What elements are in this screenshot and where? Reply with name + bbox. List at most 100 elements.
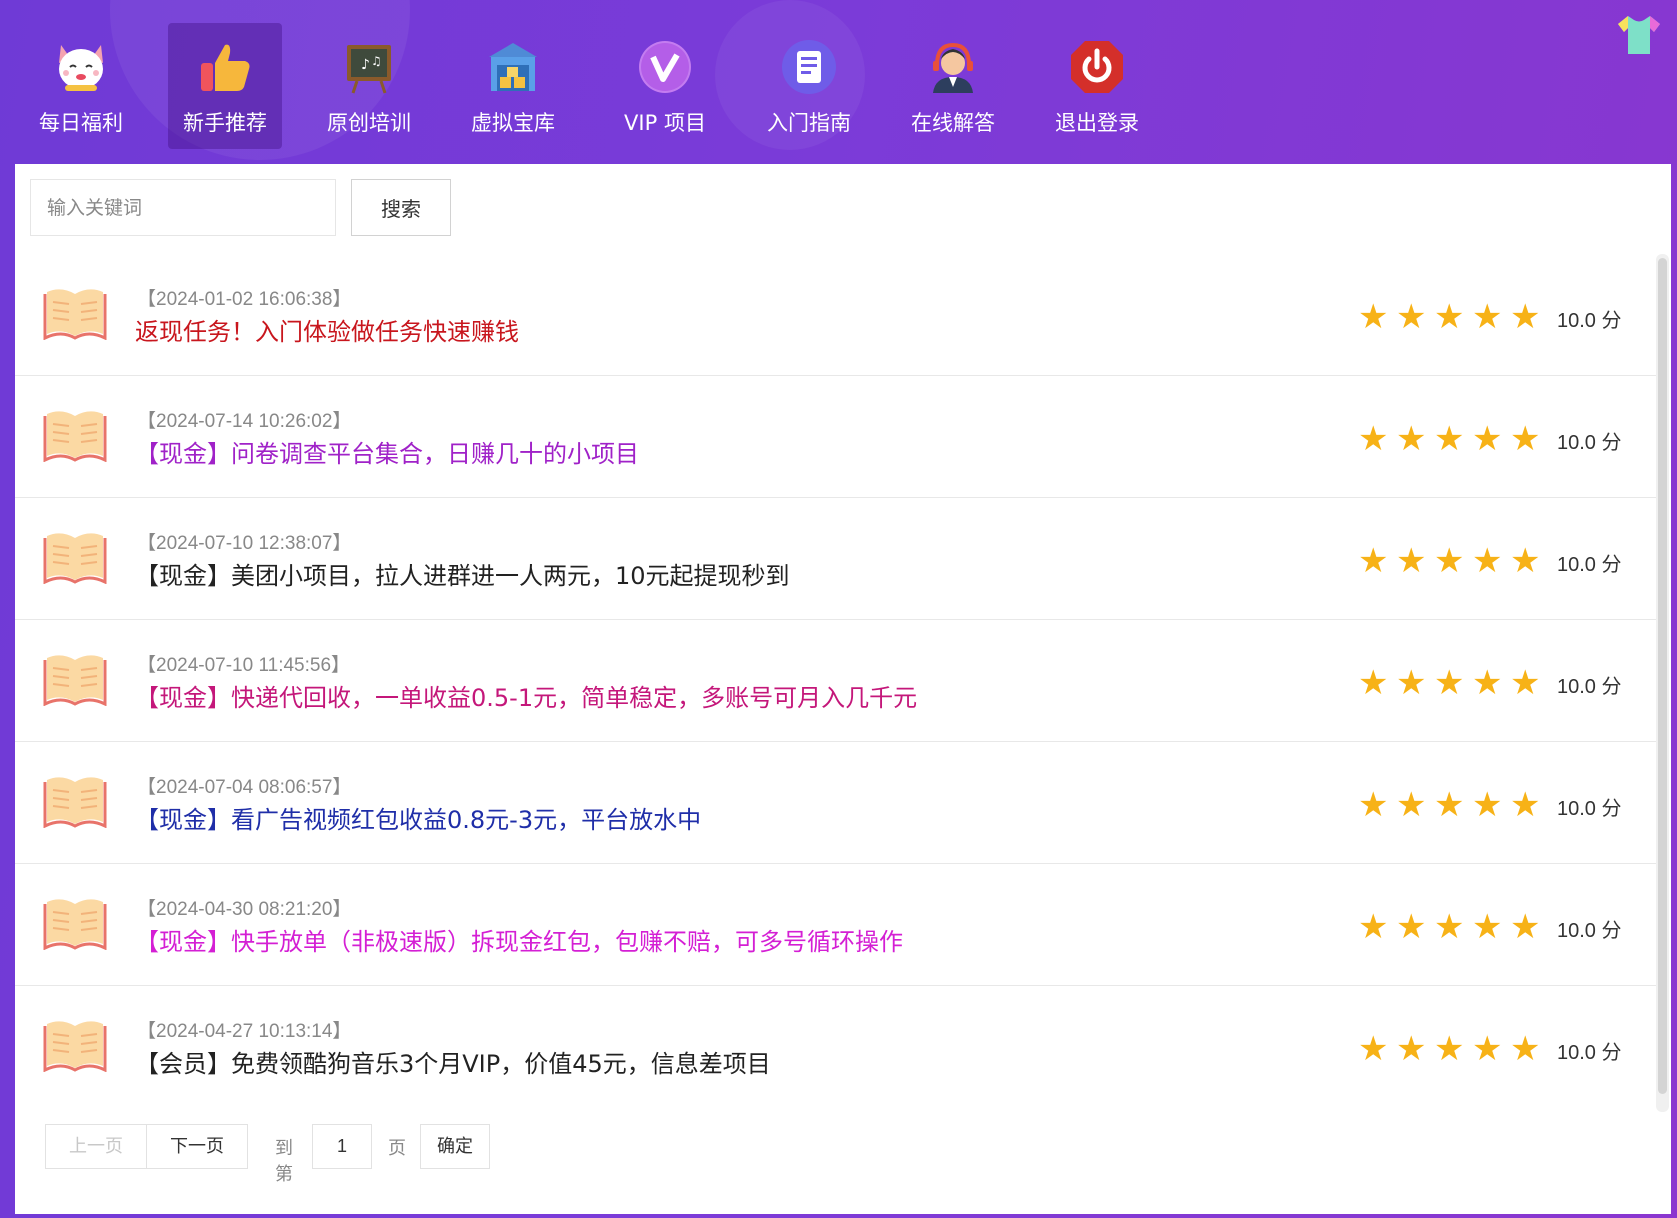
item-title-link[interactable]: 【会员】免费领酷狗音乐3个月VIP，价值45元，信息差项目 bbox=[135, 1044, 771, 1079]
star-icon: ★ bbox=[1510, 297, 1541, 337]
confirm-page-button[interactable]: 确定 bbox=[420, 1124, 490, 1169]
nav-item-daily-welfare[interactable]: 每日福利 bbox=[24, 23, 138, 149]
nav-item-beginner-recommend[interactable]: 新手推荐 bbox=[168, 23, 282, 149]
list-item[interactable]: 【2024-07-10 12:38:07】 【现金】美团小项目，拉人进群进一人两元… bbox=[15, 498, 1658, 620]
item-score: 10.0 分 bbox=[1557, 432, 1622, 454]
star-icon: ★ bbox=[1472, 907, 1503, 947]
nav-item-original-training[interactable]: ♪ ♫ 原创培训 bbox=[312, 23, 426, 149]
rating-stars: ★ ★ ★ ★ ★ bbox=[1358, 1029, 1542, 1069]
svg-text:♫: ♫ bbox=[371, 54, 382, 68]
item-date: 【2024-07-10 11:45:56】 bbox=[137, 655, 351, 676]
book-icon bbox=[43, 528, 107, 585]
star-icon: ★ bbox=[1434, 1029, 1465, 1069]
next-page-button[interactable]: 下一页 bbox=[146, 1124, 248, 1169]
list-item[interactable]: 【2024-07-14 10:26:02】 【现金】问卷调查平台集合，日赚几十的小… bbox=[15, 376, 1658, 498]
list-item[interactable]: 【2024-07-04 08:06:57】 【现金】看广告视频红包收益0.8元-3… bbox=[15, 742, 1658, 864]
search-button[interactable]: 搜索 bbox=[351, 179, 451, 236]
item-title-link[interactable]: 【现金】问卷调查平台集合，日赚几十的小项目 bbox=[135, 434, 639, 469]
item-date: 【2024-07-14 10:26:02】 bbox=[137, 411, 352, 432]
rating-stars: ★ ★ ★ ★ ★ bbox=[1358, 907, 1542, 947]
star-icon: ★ bbox=[1396, 297, 1427, 337]
book-icon bbox=[43, 894, 107, 951]
article-list: 【2024-01-02 16:06:38】 返现任务！入门体验做任务快速赚钱 ★ ★ ★… bbox=[15, 254, 1658, 1108]
nav-item-online-support[interactable]: 在线解答 bbox=[896, 23, 1010, 149]
item-title-link[interactable]: 【现金】快手放单（非极速版）拆现金红包，包赚不赔，可多号循环操作 bbox=[135, 922, 903, 957]
star-icon: ★ bbox=[1358, 785, 1389, 825]
item-date: 【2024-04-30 08:21:20】 bbox=[137, 899, 352, 920]
star-icon: ★ bbox=[1510, 419, 1541, 459]
item-date: 【2024-07-04 08:06:57】 bbox=[137, 777, 352, 798]
star-icon: ★ bbox=[1396, 541, 1427, 581]
power-icon bbox=[1071, 41, 1123, 93]
nav-item-vip-projects[interactable]: VIP 项目 bbox=[608, 23, 722, 149]
star-icon: ★ bbox=[1358, 663, 1389, 703]
star-icon: ★ bbox=[1510, 663, 1541, 703]
star-icon: ★ bbox=[1472, 297, 1503, 337]
rating-stars: ★ ★ ★ ★ ★ bbox=[1358, 785, 1542, 825]
star-icon: ★ bbox=[1434, 907, 1465, 947]
treasure-warehouse-icon bbox=[489, 43, 537, 91]
rating-stars: ★ ★ ★ ★ ★ bbox=[1358, 419, 1542, 459]
thumbs-up-icon bbox=[201, 44, 250, 91]
list-item[interactable]: 【2024-04-30 08:21:20】 【现金】快手放单（非极速版）拆现金红包… bbox=[15, 864, 1658, 986]
rating-stars: ★ ★ ★ ★ ★ bbox=[1358, 297, 1542, 337]
star-icon: ★ bbox=[1396, 663, 1427, 703]
star-icon: ★ bbox=[1434, 419, 1465, 459]
book-icon bbox=[43, 1016, 107, 1073]
nav-label: 入门指南 bbox=[767, 111, 851, 135]
tshirt-icon[interactable] bbox=[1614, 14, 1664, 56]
star-icon: ★ bbox=[1358, 907, 1389, 947]
star-icon: ★ bbox=[1472, 541, 1503, 581]
nav-label: 在线解答 bbox=[911, 111, 995, 135]
item-score: 10.0 分 bbox=[1557, 920, 1622, 942]
nav-label: 虚拟宝库 bbox=[471, 111, 555, 135]
nav-item-logout[interactable]: 退出登录 bbox=[1040, 23, 1154, 149]
item-score: 10.0 分 bbox=[1557, 310, 1622, 332]
search-input[interactable] bbox=[30, 179, 336, 236]
star-icon: ★ bbox=[1358, 419, 1389, 459]
prev-page-button[interactable]: 上一页 bbox=[45, 1124, 147, 1169]
item-title-link[interactable]: 【现金】快递代回收，一单收益0.5-1元，简单稳定，多账号可月入几千元 bbox=[135, 678, 917, 713]
star-icon: ★ bbox=[1396, 1029, 1427, 1069]
item-date: 【2024-04-27 10:13:14】 bbox=[137, 1021, 352, 1042]
item-date: 【2024-07-10 12:38:07】 bbox=[137, 533, 352, 554]
page-number-input[interactable] bbox=[312, 1124, 372, 1169]
item-score: 10.0 分 bbox=[1557, 554, 1622, 576]
star-icon: ★ bbox=[1396, 785, 1427, 825]
book-icon bbox=[43, 406, 107, 463]
star-icon: ★ bbox=[1358, 541, 1389, 581]
book-icon bbox=[43, 284, 107, 341]
nav-label: 退出登录 bbox=[1055, 111, 1139, 135]
star-icon: ★ bbox=[1358, 1029, 1389, 1069]
nav-label: 每日福利 bbox=[39, 111, 123, 135]
item-date: 【2024-01-02 16:06:38】 bbox=[137, 289, 352, 310]
star-icon: ★ bbox=[1510, 907, 1541, 947]
list-item[interactable]: 【2024-07-10 11:45:56】 【现金】快递代回收，一单收益0.5-1… bbox=[15, 620, 1658, 742]
nav-item-virtual-treasury[interactable]: 虚拟宝库 bbox=[456, 23, 570, 149]
book-icon bbox=[43, 772, 107, 829]
star-icon: ★ bbox=[1434, 785, 1465, 825]
nav-label: 新手推荐 bbox=[183, 111, 267, 135]
list-item[interactable]: 【2024-04-27 10:13:14】 【会员】免费领酷狗音乐3个月VIP，价… bbox=[15, 986, 1658, 1108]
star-icon: ★ bbox=[1510, 785, 1541, 825]
star-icon: ★ bbox=[1472, 419, 1503, 459]
scrollbar-thumb[interactable] bbox=[1658, 258, 1667, 1094]
star-icon: ★ bbox=[1472, 663, 1503, 703]
star-icon: ★ bbox=[1472, 1029, 1503, 1069]
star-icon: ★ bbox=[1434, 297, 1465, 337]
lucky-cat-icon bbox=[59, 45, 103, 91]
content-panel: 搜索 【2024-01-02 16:06:38】返现任务！入门体验做任务快速赚钱… bbox=[15, 164, 1671, 1214]
item-score: 10.0 分 bbox=[1557, 676, 1622, 698]
item-title-link[interactable]: 返现任务！入门体验做任务快速赚钱 bbox=[135, 312, 519, 347]
item-score: 10.0 分 bbox=[1557, 798, 1622, 820]
star-icon: ★ bbox=[1472, 785, 1503, 825]
nav-item-getting-started[interactable]: 入门指南 bbox=[752, 23, 866, 149]
list-item[interactable]: 【2024-01-02 16:06:38】 返现任务！入门体验做任务快速赚钱 ★ ★ ★… bbox=[15, 254, 1658, 376]
document-guide-icon bbox=[782, 40, 836, 94]
item-title-link[interactable]: 【现金】美团小项目，拉人进群进一人两元，10元起提现秒到 bbox=[135, 556, 790, 591]
star-icon: ★ bbox=[1396, 419, 1427, 459]
item-title-link[interactable]: 【现金】看广告视频红包收益0.8元-3元，平台放水中 bbox=[135, 800, 701, 835]
scrollbar[interactable] bbox=[1656, 254, 1669, 1112]
chalkboard-icon: ♪ ♫ bbox=[347, 45, 391, 94]
star-icon: ★ bbox=[1510, 1029, 1541, 1069]
